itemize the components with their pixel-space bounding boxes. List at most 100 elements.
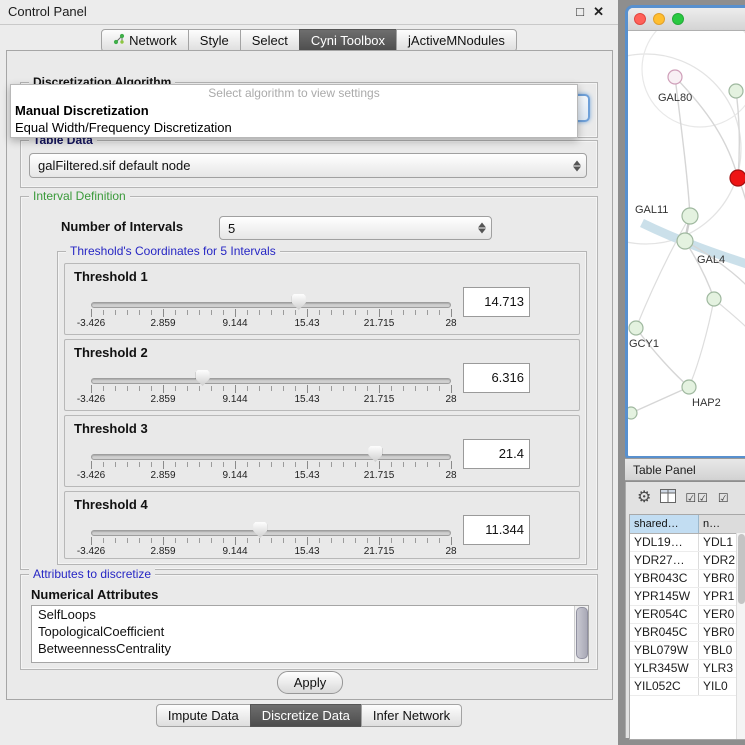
tab-label: Impute Data — [168, 705, 239, 726]
number-of-intervals-label: Number of Intervals — [61, 219, 183, 234]
tab-network[interactable]: Network — [101, 29, 189, 52]
network-node[interactable] — [682, 380, 696, 394]
tab-style[interactable]: Style — [188, 29, 241, 52]
apply-button[interactable]: Apply — [277, 671, 343, 694]
control-panel-titlebar: Control Panel □ ✕ — [0, 0, 618, 25]
slider-track[interactable] — [91, 454, 451, 460]
tick-label: 21.715 — [364, 318, 395, 329]
threshold-value-field[interactable]: 6.316 — [463, 363, 530, 393]
tab-impute-data[interactable]: Impute Data — [156, 704, 251, 727]
column-header-name[interactable]: n… — [699, 515, 745, 533]
table-row[interactable]: YBR045CYBR0 — [630, 624, 745, 642]
network-node[interactable] — [668, 70, 682, 84]
tick-label: -3.426 — [77, 546, 105, 557]
table-row[interactable]: YBL079WYBL0 — [630, 642, 745, 660]
close-button[interactable] — [634, 13, 646, 25]
table-row[interactable]: YDL19…YDL1 — [630, 534, 745, 552]
threshold-3-panel: Threshold 3 -3.426 2.859 9.144 15.43 21.… — [64, 415, 580, 487]
tab-infer-network[interactable]: Infer Network — [361, 704, 462, 727]
dropdown-option-equal-width-frequency[interactable]: Equal Width/Frequency Discretization — [11, 119, 577, 136]
list-item[interactable]: BetweennessCentrality — [32, 640, 588, 657]
threshold-value-field[interactable]: 21.4 — [463, 439, 530, 469]
network-node[interactable] — [677, 233, 693, 249]
tab-label: Infer Network — [373, 705, 450, 726]
slider-track[interactable] — [91, 378, 451, 384]
tick-label: 9.144 — [222, 546, 247, 557]
bottom-tab-bar: Impute Data Discretize Data Infer Networ… — [0, 704, 618, 727]
list-item[interactable]: SelfLoops — [32, 606, 588, 623]
table-data-combobox[interactable]: galFiltered.sif default node — [29, 153, 587, 178]
number-of-intervals-combobox[interactable]: 5 — [219, 216, 492, 240]
threshold-value-field[interactable]: 11.344 — [463, 515, 530, 545]
network-node[interactable] — [707, 292, 721, 306]
dropdown-option-manual-discretization[interactable]: Manual Discretization — [11, 102, 577, 119]
table-row[interactable]: YDR27…YDR2 — [630, 552, 745, 570]
stepper-arrows-icon — [478, 223, 486, 234]
tab-label: Style — [200, 30, 229, 51]
numerical-attributes-label: Numerical Attributes — [31, 587, 158, 602]
float-window-icon[interactable]: □ — [576, 3, 584, 21]
gear-icon[interactable]: ⚙ — [637, 484, 651, 512]
node-label: GAL11 — [635, 204, 668, 216]
checkbox-icons[interactable]: ☑☑ — [685, 491, 709, 505]
selected-network-node[interactable] — [730, 170, 745, 186]
table-panel-titlebar: Table Panel — [625, 458, 745, 481]
minor-ticks — [91, 310, 451, 315]
stepper-arrows-icon — [573, 160, 581, 171]
tick-label: 2.859 — [150, 394, 175, 405]
attributes-to-discretize-group: Attributes to discretize Numerical Attri… — [20, 574, 598, 670]
tick-label: 21.715 — [364, 470, 395, 481]
threshold-slider[interactable]: -3.426 2.859 9.144 15.43 21.715 28 — [91, 340, 451, 410]
column-header-shared-name[interactable]: shared… — [630, 515, 699, 533]
tab-label: Cyni Toolbox — [311, 30, 385, 51]
table-row[interactable]: YLR345WYLR3 — [630, 660, 745, 678]
window-title: Control Panel — [8, 0, 87, 24]
slider-track[interactable] — [91, 530, 451, 536]
scrollbar-thumb[interactable] — [738, 534, 745, 604]
node-table[interactable]: shared… n… YDL19…YDL1 YDR27…YDR2 YBR043C… — [629, 514, 745, 740]
table-scrollbar[interactable] — [736, 533, 745, 739]
scrollbar-thumb[interactable] — [576, 607, 588, 659]
threshold-2-panel: Threshold 2 -3.426 2.859 9.144 15.43 21.… — [64, 339, 580, 411]
close-icon[interactable]: ✕ — [593, 3, 604, 21]
threshold-slider[interactable]: -3.426 2.859 9.144 15.43 21.715 28 — [91, 264, 451, 334]
tick-label: 28 — [445, 394, 456, 405]
table-panel: ⚙ ☑☑ ☑ shared… n… YDL19…YDL1 YDR27…YDR2 … — [625, 482, 745, 738]
slider-track[interactable] — [91, 302, 451, 308]
network-node[interactable] — [628, 407, 637, 419]
top-tab-bar: Network Style Select Cyni Toolbox jActiv… — [0, 29, 618, 52]
network-canvas[interactable]: GAL80 GAL11 GAL4 GCY1 HAP2 — [628, 31, 745, 451]
network-graph: GAL80 GAL11 GAL4 GCY1 HAP2 — [628, 31, 745, 451]
checkbox-icon[interactable]: ☑ — [718, 491, 730, 505]
threshold-slider[interactable]: -3.426 2.859 9.144 15.43 21.715 28 — [91, 492, 451, 562]
list-item[interactable]: TopologicalCoefficient — [32, 623, 588, 640]
threshold-1-panel: Threshold 1 -3.426 2.859 9.144 15.43 21.… — [64, 263, 580, 335]
dropdown-hint: Select algorithm to view settings — [11, 85, 577, 102]
tab-label: Network — [129, 30, 177, 51]
minimize-button[interactable] — [653, 13, 665, 25]
tab-cyni-toolbox[interactable]: Cyni Toolbox — [299, 29, 397, 52]
threshold-slider[interactable]: -3.426 2.859 9.144 15.43 21.715 28 — [91, 416, 451, 486]
network-icon — [113, 30, 125, 51]
tick-label: 28 — [445, 470, 456, 481]
zoom-button[interactable] — [672, 13, 684, 25]
table-row[interactable]: YPR145WYPR1 — [630, 588, 745, 606]
minor-ticks — [91, 386, 451, 391]
list-scrollbar[interactable] — [574, 606, 588, 662]
table-columns-icon[interactable] — [660, 489, 676, 508]
tab-jactivemnodules[interactable]: jActiveMNodules — [396, 29, 517, 52]
network-node[interactable] — [682, 208, 698, 224]
table-row[interactable]: YBR043CYBR0 — [630, 570, 745, 588]
tab-label: Select — [252, 30, 288, 51]
table-data-group: Table Data galFiltered.sif default node — [20, 140, 598, 188]
network-node[interactable] — [629, 321, 643, 335]
tab-select[interactable]: Select — [240, 29, 300, 52]
table-row[interactable]: YER054CYER0 — [630, 606, 745, 624]
table-header-row: shared… n… — [630, 515, 745, 534]
attributes-listbox[interactable]: SelfLoops TopologicalCoefficient Between… — [31, 605, 589, 663]
network-node[interactable] — [729, 84, 743, 98]
threshold-value-field[interactable]: 14.713 — [463, 287, 530, 317]
table-row[interactable]: YIL052CYIL0 — [630, 678, 745, 696]
tab-discretize-data[interactable]: Discretize Data — [250, 704, 362, 727]
control-panel-window: Control Panel □ ✕ Network Style Select C… — [0, 0, 618, 745]
